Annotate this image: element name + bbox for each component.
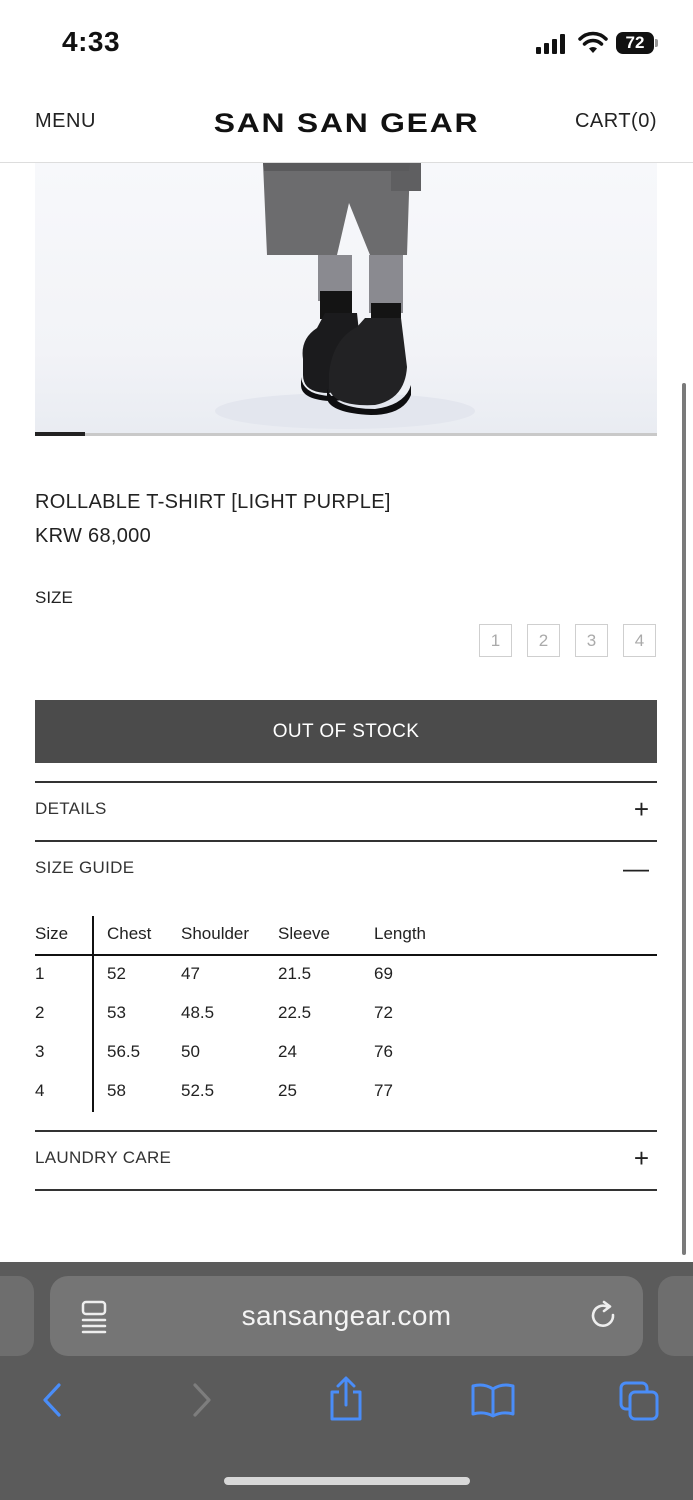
table-cell: 48.5 (181, 1003, 215, 1022)
tabs-icon[interactable] (618, 1380, 660, 1422)
table-cell: 77 (374, 1081, 393, 1100)
battery-tip (655, 39, 658, 47)
table-cell: 69 (374, 964, 393, 983)
table-cell: 53 (107, 1003, 126, 1022)
product-image[interactable] (35, 163, 657, 433)
table-cell: 3 (35, 1042, 45, 1061)
back-icon[interactable] (38, 1382, 66, 1418)
table-cell: 24 (278, 1042, 297, 1061)
size-option-1[interactable]: 1 (479, 624, 512, 657)
table-cell: 72 (374, 1003, 393, 1022)
table-header-shoulder: Shoulder (181, 924, 250, 943)
expand-plus-icon[interactable]: + (634, 1145, 649, 1171)
size-option-2[interactable]: 2 (527, 624, 560, 657)
table-cell: 76 (374, 1042, 393, 1061)
home-indicator (224, 1477, 470, 1485)
table-cell: 47 (181, 964, 200, 983)
out-of-stock-button[interactable]: OUT OF STOCK (35, 700, 657, 763)
details-top-rule (35, 781, 657, 783)
product-title: ROLLABLE T-SHIRT [LIGHT PURPLE] (35, 491, 391, 513)
gallery-progress-track (35, 433, 657, 436)
laundry-care-toggle[interactable]: LAUNDRY CARE (35, 1148, 171, 1168)
table-cell: 56.5 (107, 1042, 141, 1061)
table-header-size: Size (35, 924, 69, 943)
table-header-rule (35, 954, 657, 956)
size-option-4[interactable]: 4 (623, 624, 656, 657)
wifi-icon (578, 31, 608, 53)
table-cell: 25 (278, 1081, 297, 1100)
collapse-minus-icon[interactable]: — (623, 855, 649, 881)
laundry-top-rule (35, 1130, 657, 1132)
table-cell: 21.5 (278, 964, 312, 983)
table-cell: 2 (35, 1003, 45, 1022)
table-cell: 50 (181, 1042, 200, 1061)
laundry-bottom-rule (35, 1189, 657, 1191)
forward-icon[interactable] (188, 1382, 216, 1418)
status-time: 4:33 (62, 26, 121, 57)
table-header-length: Length (374, 924, 426, 943)
table-cell: 1 (35, 964, 45, 983)
size-label: SIZE (35, 588, 73, 607)
size-guide-toggle[interactable]: SIZE GUIDE (35, 858, 134, 878)
bookmarks-icon[interactable] (470, 1382, 516, 1418)
table-cell: 4 (35, 1081, 45, 1100)
product-price: KRW 68,000 (35, 525, 152, 547)
details-toggle[interactable]: DETAILS (35, 799, 107, 819)
page-scrollbar[interactable] (682, 383, 686, 1255)
table-cell: 22.5 (278, 1003, 312, 1022)
expand-plus-icon[interactable]: + (634, 796, 649, 822)
battery-icon: 72 (616, 32, 654, 54)
cart-button[interactable]: CART(0) (575, 110, 657, 133)
table-header-chest: Chest (107, 924, 152, 943)
table-header-sleeve: Sleeve (278, 924, 330, 943)
table-cell: 58 (107, 1081, 126, 1100)
gallery-progress-fill (35, 432, 85, 436)
reload-icon[interactable] (588, 1300, 620, 1332)
table-cell: 52.5 (181, 1081, 215, 1100)
share-icon[interactable] (326, 1376, 366, 1422)
table-column-rule (92, 916, 94, 1112)
size-option-3[interactable]: 3 (575, 624, 608, 657)
details-bottom-rule (35, 840, 657, 842)
cellular-signal-icon (536, 34, 565, 54)
product-photo-illustration (215, 163, 475, 429)
table-cell: 52 (107, 964, 126, 983)
